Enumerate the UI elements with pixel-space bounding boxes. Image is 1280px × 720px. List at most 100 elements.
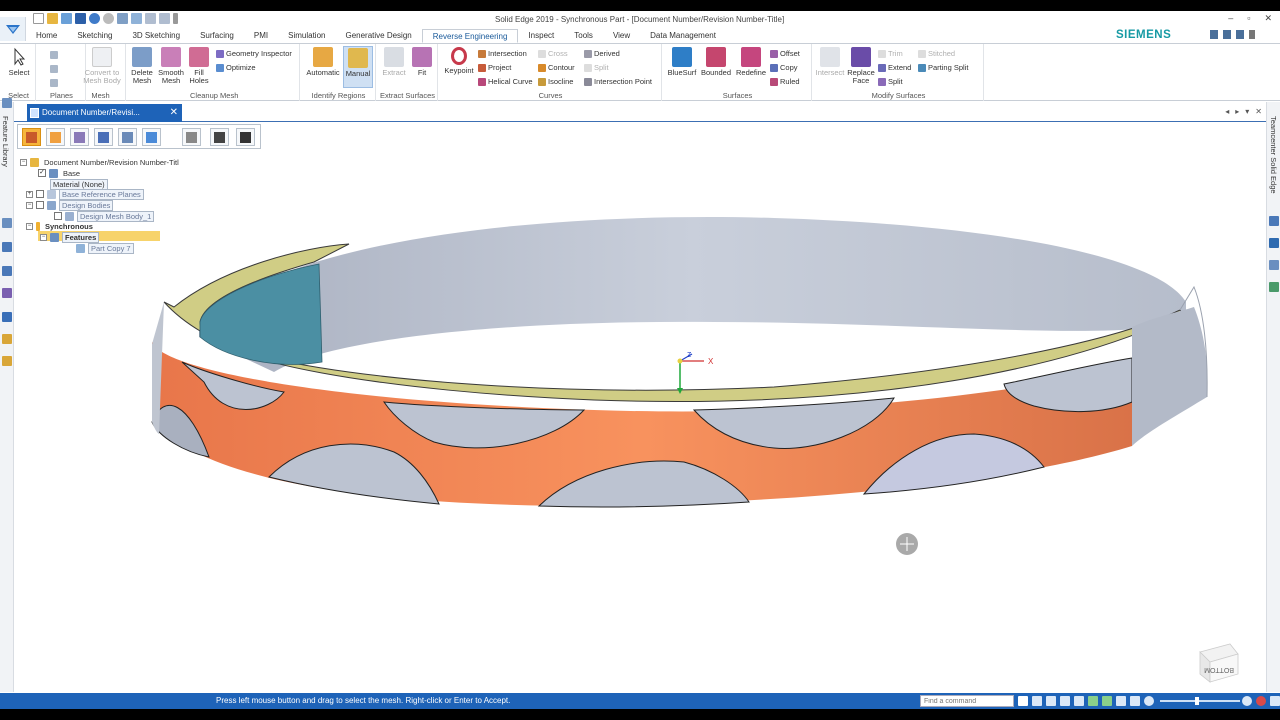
tab-3d-sketching[interactable]: 3D Sketching: [122, 29, 190, 43]
expand-icon[interactable]: +: [26, 190, 33, 198]
restore-button[interactable]: ▫: [1247, 13, 1250, 24]
tab-simulation[interactable]: Simulation: [278, 29, 335, 43]
save-icon[interactable]: [75, 13, 86, 24]
next-doc-icon[interactable]: ▸: [1235, 107, 1239, 116]
offset-button[interactable]: Offset: [770, 48, 800, 59]
keypoint-button[interactable]: Keypoint: [442, 47, 476, 75]
ring-inner-wall[interactable]: [199, 217, 1186, 372]
zoom-area-icon[interactable]: [1046, 696, 1056, 706]
tree-item-part-copy[interactable]: Part Copy 7: [76, 242, 134, 254]
region-select-button[interactable]: [22, 128, 41, 146]
fill-holes-button[interactable]: Fill Holes: [186, 47, 212, 85]
side-icon-6[interactable]: [2, 312, 12, 322]
tab-reverse-engineering[interactable]: Reverse Engineering: [421, 29, 519, 43]
select-button[interactable]: Select: [6, 47, 32, 77]
base-checkbox[interactable]: ✓: [38, 169, 46, 177]
zoom-in-icon[interactable]: [1242, 696, 1252, 706]
undo-region-button[interactable]: [182, 128, 201, 146]
bounded-button[interactable]: Bounded: [700, 47, 732, 77]
zoom-slider[interactable]: [1160, 700, 1240, 702]
convert-to-mesh-body-button[interactable]: Convert to Mesh Body: [80, 47, 124, 85]
replace-face-button[interactable]: Replace Face: [846, 47, 876, 85]
mesh-body-checkbox[interactable]: [54, 212, 62, 220]
zoom-slider-thumb[interactable]: [1195, 697, 1199, 705]
tab-data-management[interactable]: Data Management: [640, 29, 726, 43]
tab-tools[interactable]: Tools: [564, 29, 603, 43]
region-options-button[interactable]: [142, 128, 161, 146]
tree-item-synchronous[interactable]: − Synchronous: [26, 221, 95, 231]
redo-icon[interactable]: [103, 13, 114, 24]
collapse-icon[interactable]: −: [26, 201, 33, 209]
print-icon[interactable]: [117, 13, 128, 24]
minimize-button[interactable]: –: [1228, 13, 1233, 24]
shading-icon[interactable]: [1116, 696, 1126, 706]
properties-icon[interactable]: [131, 13, 142, 24]
right-icon-1[interactable]: [1269, 216, 1279, 226]
close-document-button[interactable]: ✕: [170, 104, 178, 122]
right-icon-2[interactable]: [1269, 238, 1279, 248]
document-tab[interactable]: Document Number/Revisi... ✕: [27, 104, 182, 122]
feature-library-tab[interactable]: Feature Library: [1, 116, 10, 167]
layout-icon[interactable]: [1223, 30, 1231, 39]
open-icon[interactable]: [47, 13, 58, 24]
help-icon[interactable]: [1236, 30, 1244, 39]
geometry-inspector-button[interactable]: Geometry Inspector: [216, 48, 292, 59]
select-mode-icon[interactable]: [145, 13, 156, 24]
region-brush-button[interactable]: [70, 128, 89, 146]
tree-item-design-bodies[interactable]: − Design Bodies: [26, 199, 114, 211]
fit-view-icon[interactable]: [1032, 696, 1042, 706]
tab-pmi[interactable]: PMI: [244, 29, 278, 43]
graphics-viewport[interactable]: X Z BOTTOM: [14, 122, 1266, 693]
zoom-out-icon[interactable]: [1144, 696, 1154, 706]
command-finder-input[interactable]: [920, 695, 1014, 707]
tab-inspect[interactable]: Inspect: [518, 29, 564, 43]
extract-button[interactable]: Extract: [380, 47, 408, 77]
bluesurf-button[interactable]: BlueSurf: [666, 47, 698, 77]
mesh-model-view[interactable]: X Z BOTTOM: [14, 122, 1266, 693]
tree-item-reference-planes[interactable]: + Base Reference Planes: [26, 188, 144, 200]
side-icon-4[interactable]: [2, 266, 12, 276]
region-add-button[interactable]: [46, 128, 65, 146]
ruled-button[interactable]: Ruled: [770, 76, 800, 87]
application-button[interactable]: [0, 17, 26, 41]
helical-curve-button[interactable]: Helical Curve: [478, 76, 533, 87]
delete-mesh-button[interactable]: Delete Mesh: [128, 47, 156, 85]
side-icon-1[interactable]: [2, 98, 12, 108]
rotate-icon[interactable]: [1074, 696, 1084, 706]
cancel-button[interactable]: [236, 128, 255, 146]
collapse-icon[interactable]: −: [20, 158, 27, 166]
automatic-button[interactable]: Automatic: [304, 47, 342, 77]
search-go-icon[interactable]: [1018, 696, 1028, 706]
ring-right-wall[interactable]: [1132, 307, 1208, 446]
tree-item-features[interactable]: − Features: [40, 231, 100, 243]
more-icon[interactable]: [1270, 696, 1280, 706]
plane-icon-3[interactable]: [50, 77, 58, 88]
right-icon-3[interactable]: [1269, 260, 1279, 270]
open-mesh-icon[interactable]: [61, 13, 72, 24]
right-icon-4[interactable]: [1269, 282, 1279, 292]
parting-split-button[interactable]: Parting Split: [918, 62, 968, 73]
record-icon[interactable]: [1256, 696, 1266, 706]
side-icon-2[interactable]: [2, 218, 12, 228]
split-button[interactable]: Split: [878, 76, 903, 87]
side-icon-8[interactable]: [2, 356, 12, 366]
ribbon-options-icon[interactable]: [1210, 30, 1218, 39]
isocline-button[interactable]: Isocline: [538, 76, 573, 87]
accept-button[interactable]: [210, 128, 229, 146]
extend-button[interactable]: Extend: [878, 62, 911, 73]
intersection-point-button[interactable]: Intersection Point: [584, 76, 652, 87]
manual-button[interactable]: Manual: [343, 46, 373, 88]
stitched-button[interactable]: Stitched: [918, 48, 955, 59]
region-lasso-button[interactable]: [118, 128, 137, 146]
plane-icon-1[interactable]: [50, 49, 58, 60]
side-icon-3[interactable]: [2, 242, 12, 252]
bodies-checkbox[interactable]: [36, 201, 44, 209]
view-orientation-icon[interactable]: [1088, 696, 1098, 706]
tab-generative-design[interactable]: Generative Design: [335, 29, 421, 43]
close-all-icon[interactable]: ✕: [1255, 107, 1262, 116]
fit-button[interactable]: Fit: [410, 47, 434, 77]
intersection-button[interactable]: Intersection: [478, 48, 527, 59]
doc-list-icon[interactable]: ▾: [1245, 107, 1249, 116]
view-cube[interactable]: BOTTOM: [1199, 643, 1239, 683]
tab-home[interactable]: Home: [26, 29, 67, 43]
